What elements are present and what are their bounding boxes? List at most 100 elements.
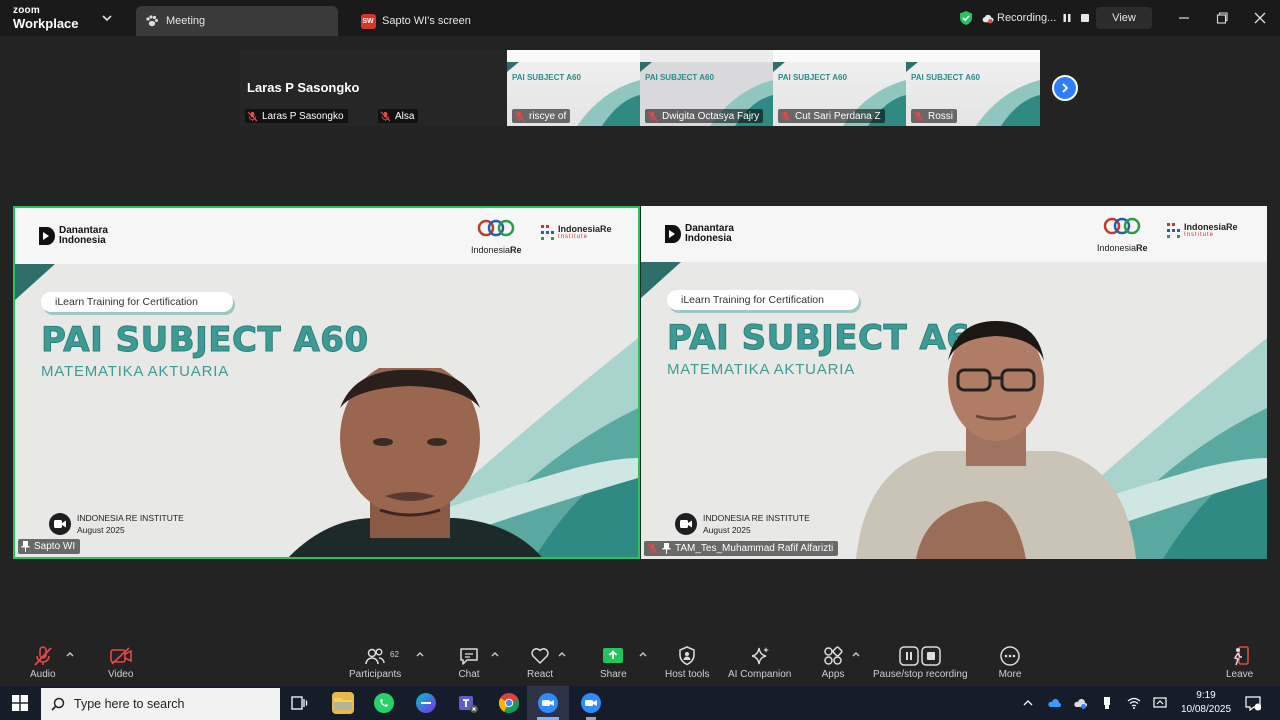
pin-icon xyxy=(662,543,671,554)
participant-thumbnail[interactable]: PAI SUBJECT A60 Dwigita Octasya Fajry xyxy=(640,50,773,126)
cloud-icon xyxy=(982,14,994,24)
usb-icon[interactable] xyxy=(1100,696,1114,710)
iri-line1: IndonesiaRe xyxy=(1184,222,1238,232)
ire-word-a: Indonesia xyxy=(471,245,511,255)
chevron-down-icon[interactable] xyxy=(100,11,114,25)
clock-date: 10/08/2025 xyxy=(1180,704,1232,715)
institute-line2: August 2025 xyxy=(703,525,751,535)
rings-logo-icon xyxy=(1104,217,1141,235)
taskbar-search-input[interactable]: Type here to search xyxy=(41,688,280,720)
host-tools-button[interactable]: Host tools xyxy=(665,644,709,680)
slide-subtitle: MATEMATIKA AKTUARIA xyxy=(667,361,856,378)
participant-name: Rossi xyxy=(928,110,954,122)
institute-line1: INDONESIA RE INSTITUTE xyxy=(703,513,810,523)
notification-icon[interactable] xyxy=(1245,695,1261,711)
pause-stop-recording-button[interactable]: Pause/stop recording xyxy=(873,644,968,680)
leave-button[interactable]: Leave xyxy=(1226,644,1253,680)
canva-icon[interactable] xyxy=(415,692,437,714)
chevron-up-icon[interactable] xyxy=(1021,696,1035,710)
close-icon[interactable] xyxy=(1252,10,1268,26)
audio-button[interactable]: Audio xyxy=(30,644,56,680)
mini-slide-title: PAI SUBJECT A60 xyxy=(778,73,847,82)
video-tile-active-speaker[interactable]: Danantara Indonesia IndonesiaRe Indonesia… xyxy=(13,206,640,559)
chat-icon xyxy=(457,644,481,668)
onedrive-icon[interactable] xyxy=(1047,696,1061,710)
shield-icon[interactable] xyxy=(958,10,974,26)
chevron-up-icon[interactable] xyxy=(638,650,648,658)
mini-slide-title: PAI SUBJECT A60 xyxy=(911,73,980,82)
zoom-icon[interactable] xyxy=(580,692,602,714)
next-page-button[interactable] xyxy=(1052,75,1078,101)
participant-name-tag: Alsa xyxy=(378,109,419,123)
participant-name: Dwigita Octasya Fajry xyxy=(662,110,760,122)
minimize-icon[interactable] xyxy=(1176,10,1192,26)
participant-name: Cut Sari Perdana Z xyxy=(795,110,881,122)
iri-line1: IndonesiaRe xyxy=(558,224,612,234)
indonesia-re-logo: IndonesiaRe xyxy=(1097,216,1148,253)
wifi-icon[interactable] xyxy=(1127,696,1141,710)
participant-name: Sapto WI xyxy=(34,541,76,552)
react-button[interactable]: React xyxy=(527,644,553,680)
apps-button[interactable]: Apps xyxy=(821,644,845,680)
pause-stop-icon xyxy=(898,644,942,668)
institute-line1: INDONESIA RE INSTITUTE xyxy=(77,513,184,523)
mic-off-icon xyxy=(913,110,924,122)
teams-icon[interactable] xyxy=(457,692,479,714)
pause-recording-button[interactable] xyxy=(1060,11,1074,25)
cloud-icon[interactable] xyxy=(1073,696,1087,710)
tab-meeting[interactable]: Meeting xyxy=(136,6,338,36)
chevron-up-icon[interactable] xyxy=(490,650,500,658)
chevron-up-icon[interactable] xyxy=(415,650,425,658)
institute-footer: INDONESIA RE INSTITUTE August 2025 xyxy=(49,513,184,535)
participant-thumbnail[interactable]: PAI SUBJECT A60 riscye of xyxy=(507,50,640,126)
file-explorer-icon[interactable] xyxy=(332,692,354,714)
chevron-up-icon[interactable] xyxy=(65,650,75,658)
chrome-icon[interactable] xyxy=(498,692,520,714)
video-button[interactable]: Video xyxy=(108,644,133,680)
participant-video-feed xyxy=(288,368,542,557)
participant-name-tag: Laras P Sasongko xyxy=(245,109,348,123)
ai-companion-button[interactable]: AI Companion xyxy=(728,644,791,680)
task-view-icon[interactable] xyxy=(289,694,309,712)
slide-subtitle: MATEMATIKA AKTUARIA xyxy=(41,363,230,380)
zoom-icon[interactable] xyxy=(537,692,559,714)
share-label: Share xyxy=(600,669,627,680)
zoom-logo[interactable]: zoom Workplace xyxy=(13,6,79,31)
display-icon[interactable] xyxy=(1153,696,1167,710)
chat-button[interactable]: Chat xyxy=(457,644,481,680)
tab-shared-screen[interactable]: SW Sapto WI's screen xyxy=(358,6,558,36)
more-icon xyxy=(998,644,1022,668)
taskbar-clock[interactable]: 9:19 10/08/2025 xyxy=(1177,689,1235,717)
recording-indicator: Recording... xyxy=(958,7,1092,29)
stop-recording-button[interactable] xyxy=(1078,11,1092,25)
participant-thumbnail[interactable]: Laras P Sasongko Laras P Sasongko xyxy=(240,50,373,126)
iri-line2: Institute xyxy=(1184,232,1215,238)
chevron-up-icon[interactable] xyxy=(557,650,567,658)
mini-slide-title: PAI SUBJECT A60 xyxy=(645,73,714,82)
leave-label: Leave xyxy=(1226,669,1254,680)
indonesia-re-institute-logo: IndonesiaRe Institute xyxy=(1167,223,1238,239)
ire-word-a: Indonesia xyxy=(1097,243,1137,253)
more-label: More xyxy=(998,669,1022,680)
view-button[interactable]: View xyxy=(1096,7,1152,29)
video-tile[interactable]: Danantara Indonesia IndonesiaRe Indonesia… xyxy=(641,206,1267,559)
participant-thumbnail[interactable]: PAI SUBJECT A60 Cut Sari Perdana Z xyxy=(773,50,906,126)
search-placeholder: Type here to search xyxy=(74,697,185,711)
participant-strip: Laras P Sasongko Laras P Sasongko Alsa P… xyxy=(240,50,1040,126)
maximize-icon[interactable] xyxy=(1214,10,1230,26)
institute-footer: INDONESIA RE INSTITUTE August 2025 xyxy=(675,513,810,535)
windows-start-icon[interactable] xyxy=(12,695,28,711)
participant-thumbnail[interactable]: Alsa xyxy=(373,50,507,126)
chevron-up-icon[interactable] xyxy=(851,650,861,658)
more-button[interactable]: More xyxy=(998,644,1022,680)
participants-label: Participants xyxy=(349,669,402,680)
danantara-logo: Danantara Indonesia xyxy=(665,224,734,244)
mic-off-icon xyxy=(647,543,658,554)
indonesia-re-institute-logo: IndonesiaRe Institute xyxy=(541,225,612,241)
rings-logo-icon xyxy=(478,219,515,237)
participant-thumbnail[interactable]: PAI SUBJECT A60 Rossi xyxy=(906,50,1040,126)
whatsapp-icon[interactable] xyxy=(373,692,395,714)
share-button[interactable]: Share xyxy=(600,644,627,680)
user-badge: SW xyxy=(360,13,376,29)
mic-off-icon xyxy=(514,110,525,122)
